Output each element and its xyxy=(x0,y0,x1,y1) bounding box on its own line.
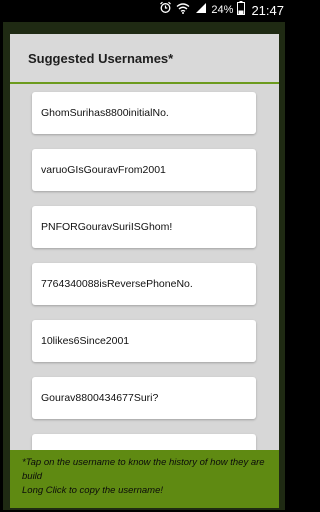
username-item[interactable]: Gourav8800434677Suri? xyxy=(32,377,256,419)
dialog-title-bar: Suggested Usernames* xyxy=(10,34,279,84)
alarm-icon xyxy=(159,1,172,19)
status-bar: 24% 21:47 xyxy=(0,0,288,20)
username-list[interactable]: GhomSurihas8800initialNo. varuoGIsGourav… xyxy=(10,84,279,450)
dialog-panel: Suggested Usernames* GhomSurihas8800init… xyxy=(10,34,279,508)
username-item[interactable]: 7764340088isReversePhoneNo. xyxy=(32,263,256,305)
battery-icon xyxy=(237,0,246,20)
dialog-footer: *Tap on the username to know the history… xyxy=(10,450,279,508)
footer-hint-long-click: Long Click to copy the username! xyxy=(22,485,163,496)
wifi-icon xyxy=(176,1,190,19)
clock: 21:47 xyxy=(251,2,284,18)
dialog-title: Suggested Usernames* xyxy=(28,51,174,66)
battery-percent: 24% xyxy=(211,4,234,16)
signal-icon xyxy=(194,1,207,19)
username-item[interactable]: 10likes6Since2001 xyxy=(32,320,256,362)
username-item[interactable]: GhomSurihas8800initialNo. xyxy=(32,92,256,134)
footer-hint-tap: *Tap on the username to know the history… xyxy=(22,457,265,482)
username-item[interactable]: varuoGIsGouravFrom2001 xyxy=(32,149,256,191)
username-item[interactable] xyxy=(32,434,256,450)
username-item[interactable]: PNFORGouravSuriISGhom! xyxy=(32,206,256,248)
status-bar-right: 24% 21:47 xyxy=(159,0,284,20)
